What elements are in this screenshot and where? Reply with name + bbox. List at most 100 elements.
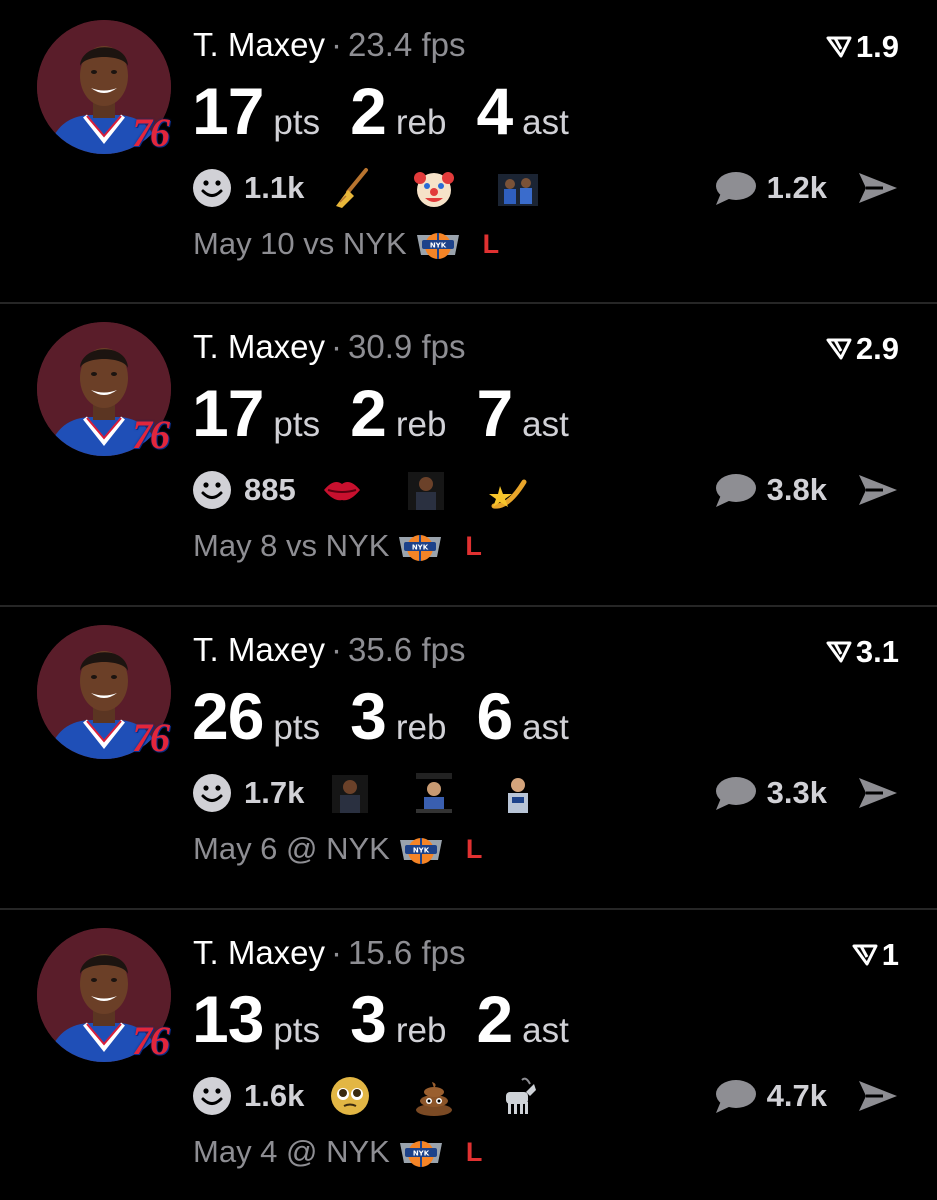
clown-emoji[interactable] <box>412 166 456 210</box>
separator-dot: · <box>331 934 343 971</box>
card-divider <box>0 908 937 910</box>
knicks-logo-icon: NYK <box>399 535 442 561</box>
comment-count[interactable]: 4.7k <box>767 1078 827 1114</box>
player-header[interactable]: T. Maxey · 23.4 fps <box>193 24 465 66</box>
comments-bar[interactable]: 1.2k <box>713 166 899 210</box>
reactions-bar[interactable]: 1.6k <box>192 1074 580 1118</box>
add-reaction-icon[interactable] <box>192 773 232 813</box>
share-icon[interactable] <box>857 1078 899 1114</box>
custom-sticker-player[interactable] <box>328 771 372 815</box>
shooting-star-emoji[interactable] <box>488 468 532 512</box>
rebounds-value: 3 <box>350 679 387 753</box>
svg-text:NYK: NYK <box>413 1150 430 1158</box>
rating-value: 2.9 <box>855 331 899 366</box>
comments-bar[interactable]: 3.8k <box>713 468 899 512</box>
points-value: 13 <box>192 982 264 1056</box>
assists-value: 6 <box>476 679 513 753</box>
custom-sticker-player[interactable] <box>404 468 448 512</box>
reaction-count[interactable]: 885 <box>244 472 296 508</box>
rating[interactable]: 3.1 <box>826 633 899 671</box>
broom-emoji[interactable] <box>328 166 372 210</box>
game-info[interactable]: May 6 @ NYK NYK L <box>193 831 482 867</box>
custom-sticker-players[interactable] <box>496 166 540 210</box>
add-reaction-icon[interactable] <box>192 168 232 208</box>
game-date-opponent: May 6 @ NYK <box>193 831 390 866</box>
reactions-bar[interactable]: 885 <box>192 468 572 512</box>
game-date-opponent: May 8 vs NYK <box>193 528 390 563</box>
comment-icon[interactable] <box>713 169 757 207</box>
comment-icon[interactable] <box>713 774 757 812</box>
game-card-4[interactable]: 76 T. Maxey · 15.6 fps 1 13 pts 3 reb 2 as… <box>0 908 937 1200</box>
points-value: 17 <box>192 74 264 148</box>
add-reaction-icon[interactable] <box>192 1076 232 1116</box>
player-header[interactable]: T. Maxey · 15.6 fps <box>193 932 465 974</box>
rebounds-label: reb <box>395 405 447 444</box>
game-card-3[interactable]: 76 T. Maxey · 35.6 fps 3.1 26 pts 3 reb 6 … <box>0 605 937 905</box>
comment-icon[interactable] <box>713 1077 757 1115</box>
assists-value: 4 <box>476 74 513 148</box>
svg-text:NYK: NYK <box>412 544 429 552</box>
poop-emoji[interactable] <box>412 1074 456 1118</box>
reaction-count[interactable]: 1.6k <box>244 1078 304 1114</box>
share-icon[interactable] <box>857 170 899 206</box>
rating[interactable]: 1.9 <box>826 28 899 66</box>
team-logo-76: 76 <box>132 1018 170 1063</box>
comment-count[interactable]: 1.2k <box>767 170 827 206</box>
player-header[interactable]: T. Maxey · 35.6 fps <box>193 629 465 671</box>
game-card-2[interactable]: 76 T. Maxey · 30.9 fps 2.9 17 pts 2 reb 7 … <box>0 302 937 602</box>
card-divider <box>0 302 937 304</box>
assists-value: 2 <box>476 982 513 1056</box>
reaction-count[interactable]: 1.7k <box>244 775 304 811</box>
game-info[interactable]: May 4 @ NYK NYK L <box>193 1134 482 1170</box>
knicks-logo-icon: NYK <box>399 838 442 864</box>
rebounds-label: reb <box>395 103 447 142</box>
player-name[interactable]: T. Maxey <box>193 328 325 365</box>
separator-dot: · <box>331 631 343 668</box>
rating[interactable]: 1 <box>852 936 899 974</box>
team-logo-76: 76 <box>132 412 170 457</box>
rating-icon <box>826 36 852 58</box>
game-card-1[interactable]: 76 T. Maxey · 23.4 fps 1.9 17 pts 2 reb 4 … <box>0 0 937 300</box>
reaction-count[interactable]: 1.1k <box>244 170 304 206</box>
player-name[interactable]: T. Maxey <box>193 26 325 63</box>
fantasy-points: 35.6 fps <box>348 631 466 668</box>
stat-line: 17 pts 2 reb 4 ast <box>192 76 599 146</box>
share-icon[interactable] <box>857 775 899 811</box>
pleading-face-emoji[interactable] <box>328 1074 372 1118</box>
separator-dot: · <box>331 328 343 365</box>
comments-bar[interactable]: 3.3k <box>713 771 899 815</box>
game-info[interactable]: May 10 vs NYK NYK L <box>193 226 499 262</box>
custom-sticker-player-dallas[interactable] <box>496 771 540 815</box>
team-logo-76: 76 <box>132 715 170 760</box>
comment-icon[interactable] <box>713 471 757 509</box>
reactions-bar[interactable]: 1.7k <box>192 771 580 815</box>
points-label: pts <box>273 405 321 444</box>
knicks-logo-icon: NYK <box>416 233 459 259</box>
custom-sticker-player-caption[interactable] <box>412 771 456 815</box>
rating-value: 1.9 <box>855 29 899 64</box>
share-icon[interactable] <box>857 472 899 508</box>
player-header[interactable]: T. Maxey · 30.9 fps <box>193 326 465 368</box>
rating-icon <box>826 338 852 360</box>
knicks-logo-icon: NYK <box>399 1141 442 1167</box>
reactions-bar[interactable]: 1.1k <box>192 166 580 210</box>
rating[interactable]: 2.9 <box>826 330 899 368</box>
rating-icon <box>826 641 852 663</box>
separator-dot: · <box>331 26 343 63</box>
card-divider <box>0 605 937 607</box>
game-result: L <box>482 228 500 259</box>
add-reaction-icon[interactable] <box>192 470 232 510</box>
goat-emoji[interactable] <box>496 1074 540 1118</box>
lips-emoji[interactable] <box>320 468 364 512</box>
game-result: L <box>465 1136 483 1167</box>
comment-count[interactable]: 3.8k <box>767 472 827 508</box>
game-info[interactable]: May 8 vs NYK NYK L <box>193 528 482 564</box>
points-label: pts <box>273 103 321 142</box>
assists-label: ast <box>522 405 569 444</box>
rebounds-value: 2 <box>350 74 387 148</box>
comment-count[interactable]: 3.3k <box>767 775 827 811</box>
rebounds-value: 3 <box>350 982 387 1056</box>
comments-bar[interactable]: 4.7k <box>713 1074 899 1118</box>
player-name[interactable]: T. Maxey <box>193 934 325 971</box>
player-name[interactable]: T. Maxey <box>193 631 325 668</box>
